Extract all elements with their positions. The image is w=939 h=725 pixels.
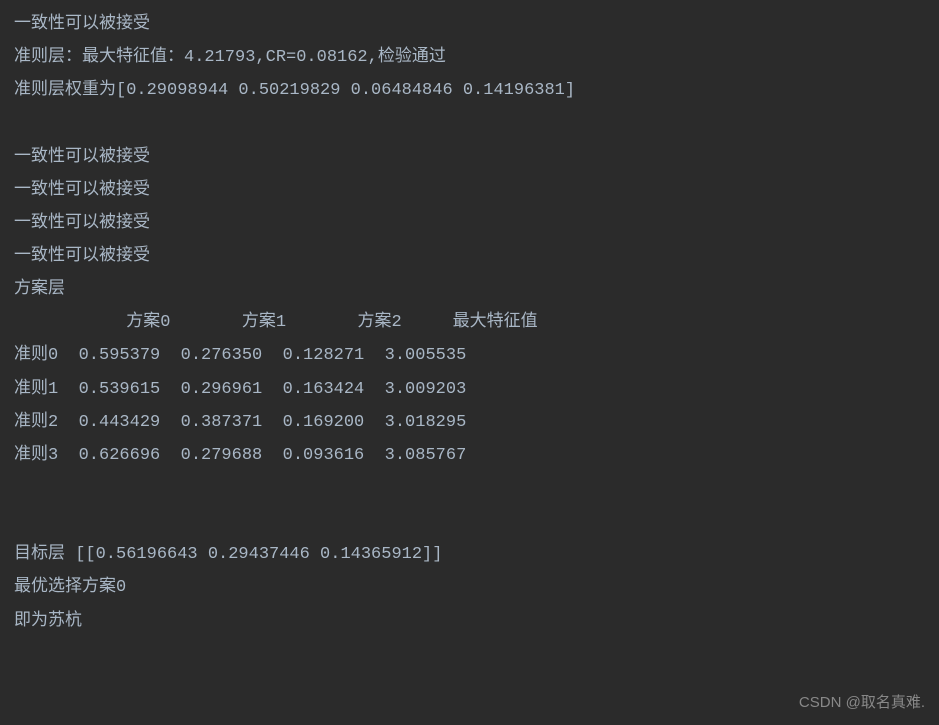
- output-line: 方案层: [14, 273, 925, 306]
- output-line: 目标层 [[0.56196643 0.29437446 0.14365912]]: [14, 538, 925, 571]
- table-row: 准则2 0.443429 0.387371 0.169200 3.018295: [14, 406, 925, 439]
- output-line: 最优选择方案0: [14, 571, 925, 604]
- empty-line: [14, 472, 925, 505]
- output-line: 一致性可以被接受: [14, 141, 925, 174]
- output-line: 一致性可以被接受: [14, 240, 925, 273]
- output-line: 即为苏杭: [14, 605, 925, 638]
- table-header: 方案0 方案1 方案2 最大特征值: [14, 306, 925, 339]
- watermark: CSDN @取名真难.: [799, 688, 925, 717]
- table-row: 准则3 0.626696 0.279688 0.093616 3.085767: [14, 439, 925, 472]
- table-row: 准则1 0.539615 0.296961 0.163424 3.009203: [14, 373, 925, 406]
- output-line: 一致性可以被接受: [14, 174, 925, 207]
- output-line: 一致性可以被接受: [14, 8, 925, 41]
- table-row: 准则0 0.595379 0.276350 0.128271 3.005535: [14, 339, 925, 372]
- output-line: 准则层：最大特征值：4.21793,CR=0.08162,检验通过: [14, 41, 925, 74]
- empty-line: [14, 505, 925, 538]
- empty-line: [14, 107, 925, 140]
- output-line: 准则层权重为[0.29098944 0.50219829 0.06484846 …: [14, 74, 925, 107]
- output-line: 一致性可以被接受: [14, 207, 925, 240]
